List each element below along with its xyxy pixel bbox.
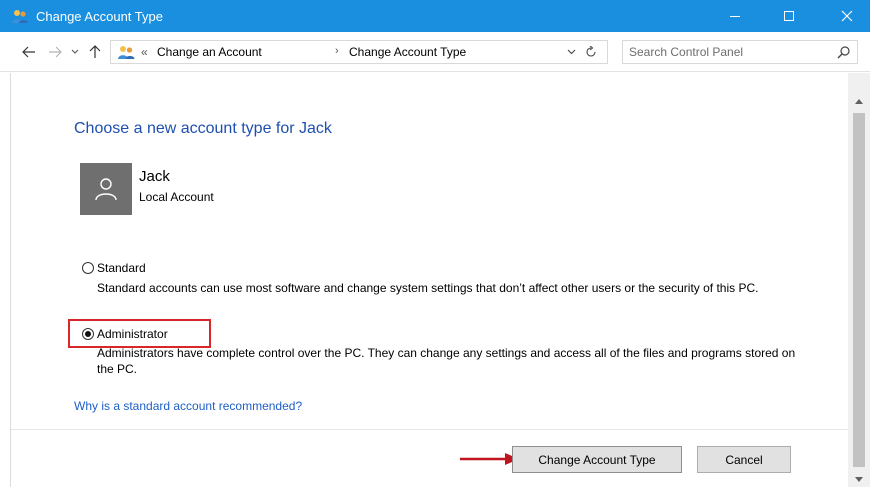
title-bar: Change Account Type xyxy=(0,0,870,32)
minimize-icon xyxy=(730,16,740,17)
user-name: Jack xyxy=(139,168,170,185)
administrator-description: Administrators have complete control ove… xyxy=(97,346,796,376)
forward-arrow-icon xyxy=(49,46,62,58)
scroll-up-button[interactable] xyxy=(854,97,864,105)
vertical-scrollbar[interactable] xyxy=(848,73,870,487)
change-account-type-button[interactable]: Change Account Type xyxy=(512,446,682,473)
up-arrow-icon xyxy=(89,45,101,58)
search-icon[interactable] xyxy=(837,45,851,59)
navigation-bar: « Change an Account › Change Account Typ… xyxy=(0,32,870,72)
chevron-up-icon xyxy=(855,98,863,104)
scrollbar-thumb[interactable] xyxy=(853,113,865,467)
breadcrumb-chevron-icon[interactable]: › xyxy=(335,45,339,57)
users-icon xyxy=(12,10,28,23)
close-button[interactable] xyxy=(824,0,870,32)
back-arrow-icon xyxy=(22,46,35,58)
forward-button[interactable] xyxy=(46,44,64,60)
why-standard-link[interactable]: Why is a standard account recommended? xyxy=(74,399,302,413)
recent-locations-button[interactable] xyxy=(66,44,84,60)
standard-label[interactable]: Standard xyxy=(97,261,146,275)
breadcrumb-overflow-button[interactable]: « xyxy=(141,45,148,59)
up-button[interactable] xyxy=(86,44,104,60)
address-history-button[interactable] xyxy=(565,45,577,59)
chevron-down-icon xyxy=(71,49,79,54)
maximize-button[interactable] xyxy=(766,0,812,32)
refresh-button[interactable] xyxy=(583,44,599,60)
chevron-down-icon xyxy=(567,49,575,55)
account-type-label: Local Account xyxy=(139,190,214,204)
maximize-icon xyxy=(784,11,794,21)
scroll-down-button[interactable] xyxy=(854,475,864,483)
administrator-radio[interactable] xyxy=(82,328,94,340)
footer-divider xyxy=(11,429,849,430)
breadcrumb-change-account-type[interactable]: Change Account Type xyxy=(349,45,466,59)
chevron-down-icon xyxy=(855,476,863,482)
breadcrumb-change-an-account[interactable]: Change an Account xyxy=(157,45,262,59)
minimize-button[interactable] xyxy=(712,0,758,32)
administrator-label[interactable]: Administrator xyxy=(97,327,168,341)
avatar xyxy=(80,163,132,215)
window-title: Change Account Type xyxy=(36,9,163,24)
users-icon xyxy=(118,46,135,59)
refresh-icon xyxy=(586,46,596,57)
address-bar[interactable]: « Change an Account › Change Account Typ… xyxy=(110,40,608,64)
content-pane: Choose a new account type for Jack Jack … xyxy=(10,73,849,487)
close-icon xyxy=(841,10,853,22)
search-box[interactable] xyxy=(622,40,858,64)
back-button[interactable] xyxy=(20,44,38,60)
search-input[interactable] xyxy=(629,44,825,60)
standard-radio[interactable] xyxy=(82,262,94,274)
standard-description: Standard accounts can use most software … xyxy=(97,281,759,295)
cancel-button[interactable]: Cancel xyxy=(697,446,791,473)
page-title: Choose a new account type for Jack xyxy=(74,120,332,137)
user-icon xyxy=(95,178,117,201)
